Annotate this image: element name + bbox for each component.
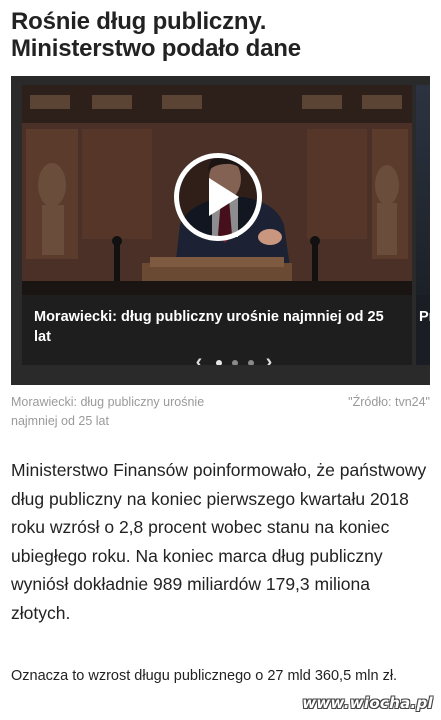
- article-paragraph-1: Ministerstwo Finansów poinformowało, że …: [11, 460, 427, 623]
- carousel-slide-next[interactable]: Pr: [416, 85, 430, 365]
- article-paragraph-2: Oznacza to wzrost długu publicznego o 27…: [11, 668, 398, 684]
- carousel-slide-active[interactable]: Morawiecki: dług publiczny urośnie najmn…: [22, 85, 412, 365]
- video-carousel: Morawiecki: dług publiczny urośnie najmn…: [11, 76, 430, 385]
- next-slide-thumbnail: [416, 85, 430, 295]
- slide-caption[interactable]: Morawiecki: dług publiczny urośnie najmn…: [34, 307, 394, 347]
- headline-line-1: Rośnie dług publiczny.: [11, 8, 267, 35]
- carousel-dot-3[interactable]: [248, 360, 254, 365]
- media-caption-line-1: Morawiecki: dług publiczny urośnie: [11, 395, 205, 409]
- media-caption-line-2: najmniej od 25 lat: [11, 414, 109, 428]
- media-source: "Źródło: tvn24": [348, 395, 430, 409]
- article-headline: Rośnie dług publiczny. Ministerstwo poda…: [11, 8, 431, 62]
- carousel-dot-1[interactable]: [216, 360, 222, 365]
- headline-line-2: Ministerstwo podało dane: [11, 35, 301, 62]
- chevron-right-icon[interactable]: ›: [262, 352, 276, 365]
- play-icon: [209, 178, 239, 216]
- video-thumbnail[interactable]: [22, 85, 412, 295]
- carousel-dot-2[interactable]: [232, 360, 238, 365]
- play-button[interactable]: [174, 153, 262, 241]
- media-caption: Morawiecki: dług publiczny urośnie najmn…: [11, 393, 231, 431]
- watermark-logo: www.wiocha.pl: [302, 694, 433, 712]
- next-slide-caption: Pr: [419, 309, 430, 325]
- chevron-left-icon[interactable]: ‹: [192, 352, 206, 365]
- carousel-navigation: ‹ ›: [192, 352, 282, 365]
